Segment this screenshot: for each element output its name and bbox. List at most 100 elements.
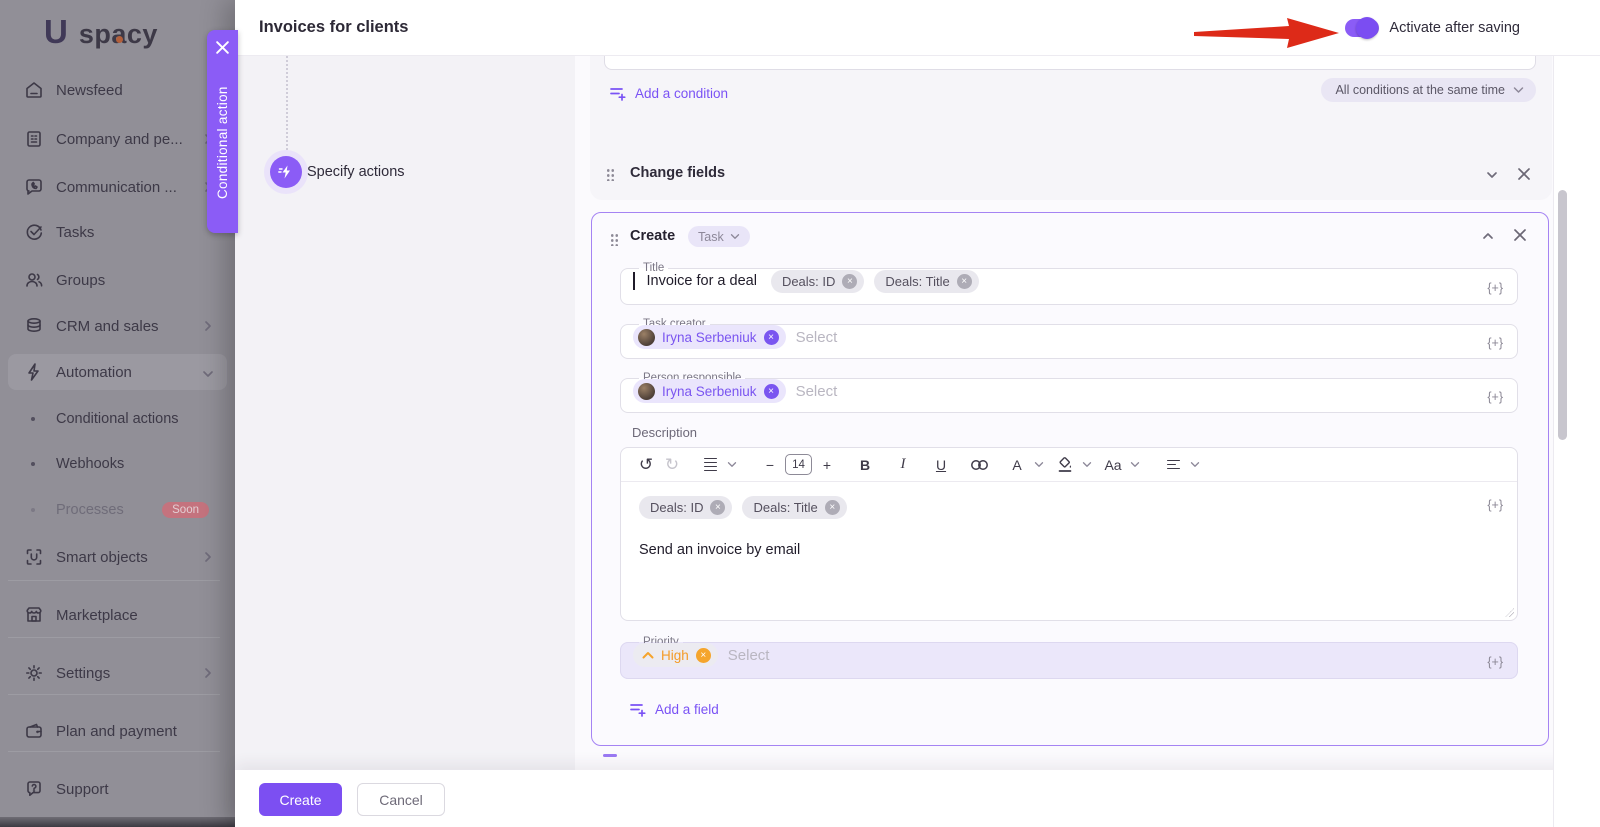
merge-chip-deals-title[interactable]: Deals: Title × (874, 270, 978, 293)
check-circle-icon (24, 222, 44, 242)
building-icon (24, 129, 44, 149)
merge-chip-deals-id[interactable]: Deals: ID × (639, 496, 732, 519)
activate-toggle[interactable] (1345, 19, 1379, 37)
description-editor[interactable]: ↺ ↻ − 14 + B I U (620, 447, 1518, 621)
specify-actions-icon (270, 156, 302, 188)
underline-button[interactable]: U (930, 453, 952, 477)
title-field-value[interactable]: Invoice for a deal (647, 273, 757, 289)
chevron-down-icon[interactable] (725, 458, 739, 472)
link-button[interactable] (968, 453, 990, 477)
chip-remove-icon[interactable]: × (957, 274, 972, 289)
chevron-down-icon[interactable] (1188, 458, 1202, 472)
chevron-down-icon[interactable] (1080, 458, 1094, 472)
avatar (638, 383, 655, 400)
drag-handle-icon[interactable] (606, 167, 614, 181)
entity-type-dropdown[interactable]: Task (688, 226, 750, 247)
resize-handle[interactable] (1505, 608, 1514, 617)
change-fields-card: Change fields (590, 148, 1552, 200)
insert-variable-button[interactable]: {+} (1487, 281, 1503, 295)
screen: U spacy Newsfeed Company and pe... Commu… (0, 0, 1600, 827)
chip-label: Deals: Title (885, 274, 949, 289)
undo-button[interactable]: ↺ (635, 453, 657, 477)
chip-remove-icon[interactable]: × (710, 500, 725, 515)
font-size-increase-button[interactable]: + (816, 453, 838, 477)
sidebar-item-crm[interactable]: CRM and sales (8, 308, 227, 344)
priority-chip-high[interactable]: High × (633, 643, 718, 667)
conditional-action-modal: Invoices for clients Activate after savi… (235, 0, 1600, 827)
sidebar-item-tasks[interactable]: Tasks (8, 214, 227, 250)
description-chips: Deals: ID × Deals: Title × (639, 496, 847, 519)
bold-button[interactable]: B (854, 453, 876, 477)
logo-text: spacy (79, 14, 158, 54)
font-size-value[interactable]: 14 (785, 454, 812, 475)
italic-button[interactable]: I (892, 453, 914, 477)
conditions-mode-dropdown[interactable]: All conditions at the same time (1321, 78, 1536, 102)
collapse-chevron-icon[interactable] (1484, 167, 1500, 183)
highlight-color-button[interactable] (1054, 453, 1076, 477)
user-chip[interactable]: Iryna Serbeniuk × (633, 325, 786, 349)
conditional-action-tab[interactable]: Conditional action (207, 30, 238, 233)
sidebar-item-automation[interactable]: Automation (8, 354, 227, 390)
priority-field[interactable]: Priority High × Select {+} (620, 637, 1518, 679)
insert-variable-button[interactable]: {+} (1487, 655, 1503, 669)
chip-remove-icon[interactable]: × (842, 274, 857, 289)
description-text[interactable]: Send an invoice by email (639, 542, 800, 558)
sidebar-item-company[interactable]: Company and pe... (8, 121, 227, 157)
insert-variable-button[interactable]: {+} (1487, 390, 1503, 404)
chip-remove-icon[interactable]: × (764, 330, 779, 345)
chat-phone-icon (24, 177, 44, 197)
sidebar-item-support[interactable]: Support (8, 771, 227, 807)
line-height-button[interactable] (699, 453, 721, 477)
sidebar-item-groups[interactable]: Groups (8, 262, 227, 298)
task-creator-field[interactable]: Task creator Iryna Serbeniuk × Select {+… (620, 319, 1518, 359)
drag-handle-icon[interactable] (610, 232, 618, 246)
font-size-decrease-button[interactable]: − (759, 453, 781, 477)
chip-remove-icon[interactable]: × (764, 384, 779, 399)
uspacy-logo[interactable]: U spacy (44, 14, 158, 52)
chip-label: Deals: ID (782, 274, 835, 289)
gear-icon (24, 663, 44, 683)
scrollbar-track[interactable] (1553, 0, 1600, 827)
create-button[interactable]: Create (259, 783, 342, 816)
sidebar-subitem-conditional-actions[interactable]: Conditional actions (8, 404, 227, 434)
cancel-button[interactable]: Cancel (357, 783, 445, 816)
sidebar-subitem-webhooks[interactable]: Webhooks (8, 449, 227, 479)
sidebar-item-newsfeed[interactable]: Newsfeed (8, 72, 227, 108)
chevron-down-icon[interactable] (1032, 458, 1046, 472)
redo-button[interactable]: ↻ (661, 453, 683, 477)
create-task-card: Create Task Title Invoice for a deal Dea… (591, 212, 1549, 746)
add-condition-link[interactable]: Add a condition (610, 86, 728, 101)
sidebar-item-settings[interactable]: Settings (8, 655, 227, 691)
sidebar-item-communication[interactable]: Communication ... (8, 169, 227, 205)
insert-variable-button[interactable]: {+} (1487, 498, 1503, 512)
title-field[interactable]: Title Invoice for a deal Deals: ID × Dea… (620, 263, 1518, 305)
title-field-label: Title (639, 263, 668, 273)
font-color-button[interactable]: A (1006, 453, 1028, 477)
sidebar-item-plan-payment[interactable]: Plan and payment (8, 713, 227, 749)
condition-value-input[interactable] (604, 56, 1536, 70)
modal-footer: Create Cancel (235, 770, 1600, 827)
sidebar-item-smart-objects[interactable]: Smart objects (8, 539, 227, 575)
chevron-down-icon[interactable] (1128, 458, 1142, 472)
select-placeholder: Select (796, 383, 838, 400)
insert-variable-button[interactable]: {+} (1487, 336, 1503, 350)
merge-chip-deals-id[interactable]: Deals: ID × (771, 270, 864, 293)
text-case-button[interactable]: Aa (1102, 453, 1124, 477)
align-button[interactable] (1162, 453, 1184, 477)
sidebar-item-label: Plan and payment (56, 723, 177, 740)
chip-remove-icon[interactable]: × (825, 500, 840, 515)
storefront-icon (24, 605, 44, 625)
scrollbar-thumb[interactable] (1558, 190, 1567, 440)
close-icon[interactable] (215, 40, 230, 55)
user-chip[interactable]: Iryna Serbeniuk × (633, 379, 786, 403)
sidebar-item-label: Support (56, 781, 109, 798)
merge-chip-deals-title[interactable]: Deals: Title × (742, 496, 846, 519)
add-field-link[interactable]: Add a field (630, 702, 719, 717)
user-chip-label: Iryna Serbeniuk (662, 330, 757, 345)
chip-remove-icon[interactable]: × (696, 648, 711, 663)
close-icon[interactable] (1512, 227, 1528, 243)
sidebar-item-marketplace[interactable]: Marketplace (8, 597, 227, 633)
collapse-chevron-icon[interactable] (1480, 228, 1496, 244)
person-responsible-field[interactable]: Person responsible Iryna Serbeniuk × Sel… (620, 373, 1518, 413)
close-icon[interactable] (1516, 166, 1532, 182)
